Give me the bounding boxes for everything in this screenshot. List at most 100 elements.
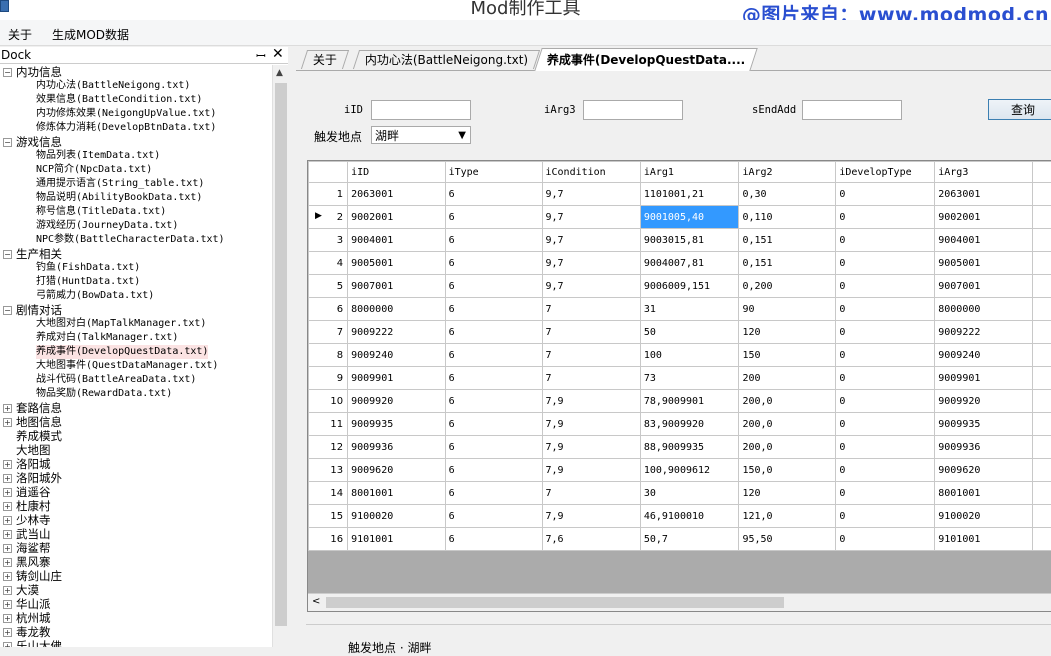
table-cell[interactable]: 0 xyxy=(836,206,935,229)
table-cell[interactable]: 6 xyxy=(445,298,542,321)
table-cell[interactable]: 7,9 xyxy=(542,505,640,528)
table-cell[interactable]: 0,30 xyxy=(739,183,836,206)
table-row[interactable]: 13900962067,9100,9009612150,009009620 xyxy=(309,459,1051,482)
tree-item[interactable]: 养成事件(DevelopQuestData.txt) xyxy=(36,345,208,359)
tree-item[interactable]: 内功心法(BattleNeigong.txt) xyxy=(36,79,190,93)
table-row[interactable]: 890092406710015009009240 xyxy=(309,344,1051,367)
table-cell[interactable]: 8001001 xyxy=(935,482,1032,505)
table-cell[interactable]: 0,151 xyxy=(739,252,836,275)
row-header[interactable]: 15 xyxy=(309,505,348,528)
table-cell[interactable]: 0 xyxy=(836,183,935,206)
table-cell[interactable]: 150 xyxy=(739,344,836,367)
tree-category[interactable]: +杭州城 xyxy=(16,611,51,625)
table-cell[interactable]: 46,9100010 xyxy=(640,505,739,528)
table-cell[interactable]: 9004001 xyxy=(935,229,1032,252)
table-cell[interactable]: 7,9 xyxy=(542,459,640,482)
expand-icon[interactable]: + xyxy=(3,572,12,581)
table-cell[interactable]: 9009240 xyxy=(348,344,445,367)
tree-scrollbar[interactable]: ▲ xyxy=(272,65,289,647)
tree-item[interactable]: 打猎(HuntData.txt) xyxy=(36,275,140,289)
tree-item[interactable]: 通用提示语言(String_table.txt) xyxy=(36,177,204,191)
tree-item[interactable]: 效果信息(BattleCondition.txt) xyxy=(36,93,202,107)
table-cell[interactable]: 9001005,40 xyxy=(640,206,739,229)
table-cell[interactable]: 9009222 xyxy=(348,321,445,344)
grid-hscrollbar[interactable]: < xyxy=(308,593,1051,611)
table-cell[interactable]: 6 xyxy=(445,505,542,528)
table-cell[interactable]: 7,9 xyxy=(542,436,640,459)
tree-category[interactable]: +逍遥谷 xyxy=(16,485,51,499)
collapse-icon[interactable]: − xyxy=(3,68,12,77)
tab-about[interactable]: 关于 xyxy=(301,50,349,69)
table-cell[interactable]: 6 xyxy=(445,482,542,505)
expand-icon[interactable]: + xyxy=(3,502,12,511)
table-cell[interactable]: 9005001 xyxy=(348,252,445,275)
table-cell[interactable]: 6 xyxy=(445,206,542,229)
tree-category[interactable]: +少林寺 xyxy=(16,513,51,527)
table-cell[interactable]: 95,50 xyxy=(739,528,836,551)
table-row[interactable]: 99009901677320009009901 xyxy=(309,367,1051,390)
row-header[interactable]: 4 xyxy=(309,252,348,275)
expand-icon[interactable]: + xyxy=(3,404,12,413)
expand-icon[interactable]: + xyxy=(3,418,12,427)
expand-icon[interactable]: + xyxy=(3,474,12,483)
table-cell[interactable]: 121,0 xyxy=(739,505,836,528)
table-row[interactable]: 15910002067,946,9100010121,009100020 xyxy=(309,505,1051,528)
column-header[interactable]: iType xyxy=(445,162,542,183)
table-cell[interactable]: 90 xyxy=(739,298,836,321)
expand-icon[interactable]: + xyxy=(3,600,12,609)
collapse-icon[interactable]: − xyxy=(3,306,12,315)
table-row[interactable]: 148001001673012008001001 xyxy=(309,482,1051,505)
table-cell[interactable]: 50 xyxy=(640,321,739,344)
table-cell[interactable]: 9100020 xyxy=(935,505,1032,528)
tree-category[interactable]: 大地图 xyxy=(16,443,51,457)
table-cell[interactable]: 9004001 xyxy=(348,229,445,252)
table-cell[interactable]: 200,0 xyxy=(739,436,836,459)
row-header[interactable]: ▶2 xyxy=(309,206,348,229)
collapse-icon[interactable]: − xyxy=(3,250,12,259)
table-cell[interactable]: 0 xyxy=(836,505,935,528)
table-cell[interactable]: 120 xyxy=(739,482,836,505)
table-cell[interactable]: 9,7 xyxy=(542,229,640,252)
table-row[interactable]: 79009222675012009009222 xyxy=(309,321,1051,344)
table-cell[interactable]: 6 xyxy=(445,321,542,344)
tree-item[interactable]: 大地图对白(MapTalkManager.txt) xyxy=(36,317,206,331)
table-cell[interactable]: 9009901 xyxy=(935,367,1032,390)
tree-category[interactable]: +洛阳城 xyxy=(16,457,51,471)
table-cell[interactable]: 9005001 xyxy=(935,252,1032,275)
table-cell[interactable]: 9002001 xyxy=(348,206,445,229)
row-header[interactable]: 8 xyxy=(309,344,348,367)
table-row[interactable]: 16910100167,650,795,5009101001 xyxy=(309,528,1051,551)
expand-icon[interactable]: + xyxy=(3,544,12,553)
tree-category[interactable]: +乐山大佛 xyxy=(16,639,62,647)
table-cell[interactable]: 7 xyxy=(542,482,640,505)
menu-about[interactable]: 关于 xyxy=(8,26,32,43)
table-cell[interactable]: 9009935 xyxy=(935,413,1032,436)
table-cell[interactable]: 7 xyxy=(542,298,640,321)
table-cell[interactable]: 50,7 xyxy=(640,528,739,551)
tree-category[interactable]: +洛阳城外 xyxy=(16,471,62,485)
grid-corner[interactable] xyxy=(309,162,348,183)
column-header[interactable]: iArg3 xyxy=(935,162,1032,183)
tree-item[interactable]: 修炼体力消耗(DevelopBtnData.txt) xyxy=(36,121,216,135)
row-header[interactable]: 10 xyxy=(309,390,348,413)
expand-icon[interactable]: + xyxy=(3,558,12,567)
tree-category[interactable]: +海鲨帮 xyxy=(16,541,51,555)
expand-icon[interactable]: + xyxy=(3,488,12,497)
table-cell[interactable]: 6 xyxy=(445,459,542,482)
table-cell[interactable]: 0 xyxy=(836,298,935,321)
tree-item[interactable]: NPC参数(BattleCharacterData.txt) xyxy=(36,233,225,247)
table-cell[interactable]: 9009240 xyxy=(935,344,1032,367)
pin-icon[interactable]: ꟷ xyxy=(256,47,266,64)
table-cell[interactable]: 6 xyxy=(445,275,542,298)
table-cell[interactable]: 0,200 xyxy=(739,275,836,298)
tree-category[interactable]: +套路信息 xyxy=(16,401,62,415)
tree-category[interactable]: +铸剑山庄 xyxy=(16,569,62,583)
iarg3-input[interactable] xyxy=(583,100,683,120)
table-row[interactable]: 12900993667,988,9009935200,009009936 xyxy=(309,436,1051,459)
table-cell[interactable]: 200,0 xyxy=(739,390,836,413)
table-cell[interactable]: 6 xyxy=(445,344,542,367)
tree-item[interactable]: NCP简介(NpcData.txt) xyxy=(36,163,152,177)
row-header[interactable]: 16 xyxy=(309,528,348,551)
table-cell[interactable]: 9007001 xyxy=(348,275,445,298)
table-row[interactable]: 6800000067319008000000 xyxy=(309,298,1051,321)
